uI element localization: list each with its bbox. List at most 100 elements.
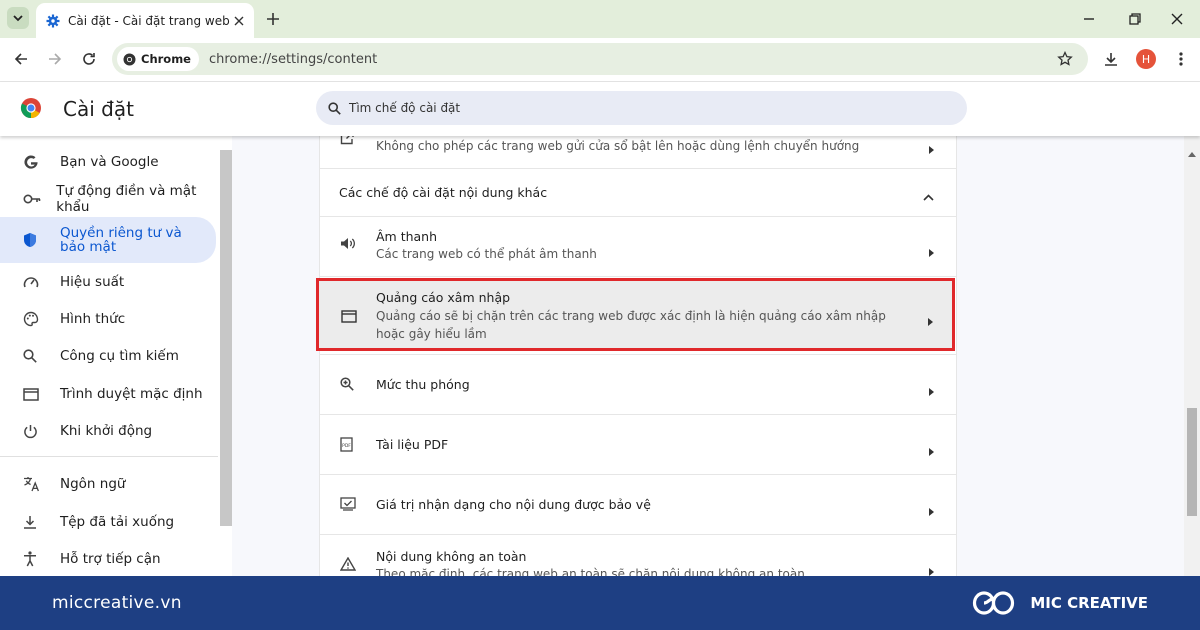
arrow-right-icon bbox=[49, 53, 62, 65]
search-placeholder: Tìm chế độ cài đặt bbox=[349, 101, 461, 115]
sidebar-item-label: Ngôn ngữ bbox=[60, 476, 126, 492]
more-vert-icon bbox=[1179, 52, 1183, 66]
row-title: Nội dung không an toàn bbox=[376, 549, 527, 564]
arrow-right-icon bbox=[929, 561, 934, 576]
search-icon bbox=[0, 349, 60, 363]
tab-search-button[interactable] bbox=[7, 7, 29, 29]
row-title: Âm thanh bbox=[376, 229, 438, 244]
protected-content-icon bbox=[340, 497, 356, 511]
sidebar-item-label: Tự động điền và mật khẩu bbox=[56, 183, 197, 215]
row-subtitle: Theo mặc định, các trang web an toàn sẽ … bbox=[376, 567, 805, 576]
protected-content-row[interactable]: Giá trị nhận dạng cho nội dung được bảo … bbox=[320, 474, 956, 534]
close-tab-icon[interactable] bbox=[234, 16, 244, 26]
sidebar-item-downloads[interactable]: Tệp đã tải xuống bbox=[0, 506, 216, 538]
close-icon bbox=[1171, 13, 1183, 25]
accessibility-icon bbox=[0, 551, 60, 567]
svg-text:PDF: PDF bbox=[342, 443, 351, 449]
row-title: Tài liệu PDF bbox=[376, 437, 449, 452]
sidebar-item-languages[interactable]: Ngôn ngữ bbox=[0, 468, 216, 500]
reload-button[interactable] bbox=[80, 50, 98, 68]
google-g-icon bbox=[0, 154, 60, 170]
translate-icon bbox=[0, 476, 60, 492]
gear-icon bbox=[46, 14, 60, 27]
sidebar-item-default-browser[interactable]: Trình duyệt mặc định bbox=[0, 378, 216, 410]
sidebar-item-label: Hiệu suất bbox=[60, 274, 125, 290]
back-button[interactable] bbox=[12, 50, 30, 68]
site-info-chip[interactable]: Chrome bbox=[117, 47, 199, 71]
sidebar-item-label: Tệp đã tải xuống bbox=[60, 514, 175, 530]
speaker-icon bbox=[340, 237, 355, 250]
sidebar-scrollbar[interactable] bbox=[220, 150, 232, 526]
shield-icon bbox=[0, 232, 60, 248]
chrome-logo-icon bbox=[20, 97, 42, 123]
power-icon bbox=[0, 424, 60, 439]
arrow-left-icon bbox=[14, 53, 27, 65]
pdf-row[interactable]: PDF Tài liệu PDF bbox=[320, 414, 956, 474]
sidebar-item-label: Trình duyệt mặc định bbox=[60, 386, 203, 402]
zoom-icon bbox=[340, 377, 354, 391]
footer-brand: MIC CREATIVE bbox=[972, 590, 1148, 616]
sidebar-item-performance[interactable]: Hiệu suất bbox=[0, 266, 216, 298]
chevron-down-icon bbox=[13, 15, 23, 22]
new-tab-button[interactable] bbox=[264, 10, 282, 28]
sidebar-divider bbox=[0, 456, 218, 457]
settings-search-input[interactable]: Tìm chế độ cài đặt bbox=[316, 91, 967, 125]
footer-banner: miccreative.vn MIC CREATIVE bbox=[0, 576, 1200, 630]
speedometer-icon bbox=[0, 275, 60, 289]
scroll-thumb[interactable] bbox=[1187, 408, 1197, 516]
palette-icon bbox=[0, 311, 60, 327]
sidebar-item-on-startup[interactable]: Khi khởi động bbox=[0, 415, 216, 447]
chrome-icon bbox=[123, 53, 136, 65]
browser-window-icon bbox=[0, 387, 60, 401]
sidebar-item-label: Hình thức bbox=[60, 311, 126, 327]
sidebar-item-label: Hỗ trợ tiếp cận bbox=[60, 551, 161, 567]
active-tab[interactable]: Cài đặt - Cài đặt trang web bbox=[36, 3, 254, 38]
row-subtitle: Các trang web có thể phát âm thanh bbox=[376, 247, 597, 261]
section-header-label: Các chế độ cài đặt nội dung khác bbox=[339, 185, 548, 200]
minimize-button[interactable] bbox=[1080, 10, 1098, 28]
arrow-right-icon bbox=[929, 242, 934, 261]
star-icon bbox=[1057, 51, 1073, 66]
sidebar-item-label: Bạn và Google bbox=[60, 154, 159, 170]
sidebar-item-appearance[interactable]: Hình thức bbox=[0, 303, 216, 335]
sidebar-item-search-engine[interactable]: Công cụ tìm kiếm bbox=[0, 340, 216, 372]
insecure-content-row[interactable]: Nội dung không an toàn Theo mặc định, cá… bbox=[320, 534, 956, 576]
tab-title: Cài đặt - Cài đặt trang web bbox=[68, 13, 230, 28]
bookmark-button[interactable] bbox=[1056, 50, 1074, 68]
chevron-up-icon bbox=[923, 186, 934, 205]
sidebar-item-label: Khi khởi động bbox=[60, 423, 153, 439]
sound-row[interactable]: Âm thanh Các trang web có thể phát âm th… bbox=[320, 216, 956, 276]
page-scrollbar[interactable] bbox=[1184, 136, 1200, 576]
warning-icon bbox=[340, 557, 356, 571]
chip-label: Chrome bbox=[141, 52, 191, 66]
search-icon bbox=[328, 101, 341, 115]
forward-button[interactable] bbox=[46, 50, 64, 68]
sidebar-item-you-and-google[interactable]: Bạn và Google bbox=[0, 146, 216, 178]
popups-row[interactable]: Không cho phép các trang web gửi cửa sổ … bbox=[320, 136, 956, 168]
arrow-right-icon bbox=[929, 501, 934, 520]
scroll-up-arrow-icon[interactable] bbox=[1188, 142, 1196, 161]
menu-button[interactable] bbox=[1172, 50, 1190, 68]
profile-avatar[interactable]: H bbox=[1136, 49, 1156, 69]
page-title: Cài đặt bbox=[63, 97, 134, 121]
downloads-button[interactable] bbox=[1102, 50, 1120, 68]
close-window-button[interactable] bbox=[1168, 10, 1186, 28]
url-text[interactable]: chrome://settings/content bbox=[209, 52, 377, 67]
sidebar-item-label: Quyền riêng tư và bảo mật bbox=[60, 225, 182, 255]
sidebar-item-accessibility[interactable]: Hỗ trợ tiếp cận bbox=[0, 543, 216, 575]
restore-button[interactable] bbox=[1126, 10, 1144, 28]
download-icon bbox=[1105, 53, 1117, 66]
download-icon bbox=[0, 515, 60, 529]
row-title: Mức thu phóng bbox=[376, 377, 470, 392]
sidebar-item-autofill[interactable]: Tự động điền và mật khẩu bbox=[0, 183, 216, 215]
sidebar-item-label: Công cụ tìm kiếm bbox=[60, 348, 179, 364]
sidebar-item-privacy[interactable]: Quyền riêng tư và bảo mật bbox=[0, 217, 216, 263]
section-header[interactable]: Các chế độ cài đặt nội dung khác bbox=[320, 168, 956, 216]
key-icon bbox=[0, 193, 56, 205]
footer-brand-label: MIC CREATIVE bbox=[1030, 594, 1148, 612]
row-subtitle: Quảng cáo sẽ bị chặn trên các trang web … bbox=[376, 309, 886, 341]
restore-icon bbox=[1129, 13, 1141, 25]
address-bar[interactable]: Chrome chrome://settings/content bbox=[112, 43, 1088, 75]
zoom-row[interactable]: Mức thu phóng bbox=[320, 354, 956, 414]
intrusive-ads-row[interactable]: Quảng cáo xâm nhập Quảng cáo sẽ bị chặn … bbox=[316, 278, 955, 351]
